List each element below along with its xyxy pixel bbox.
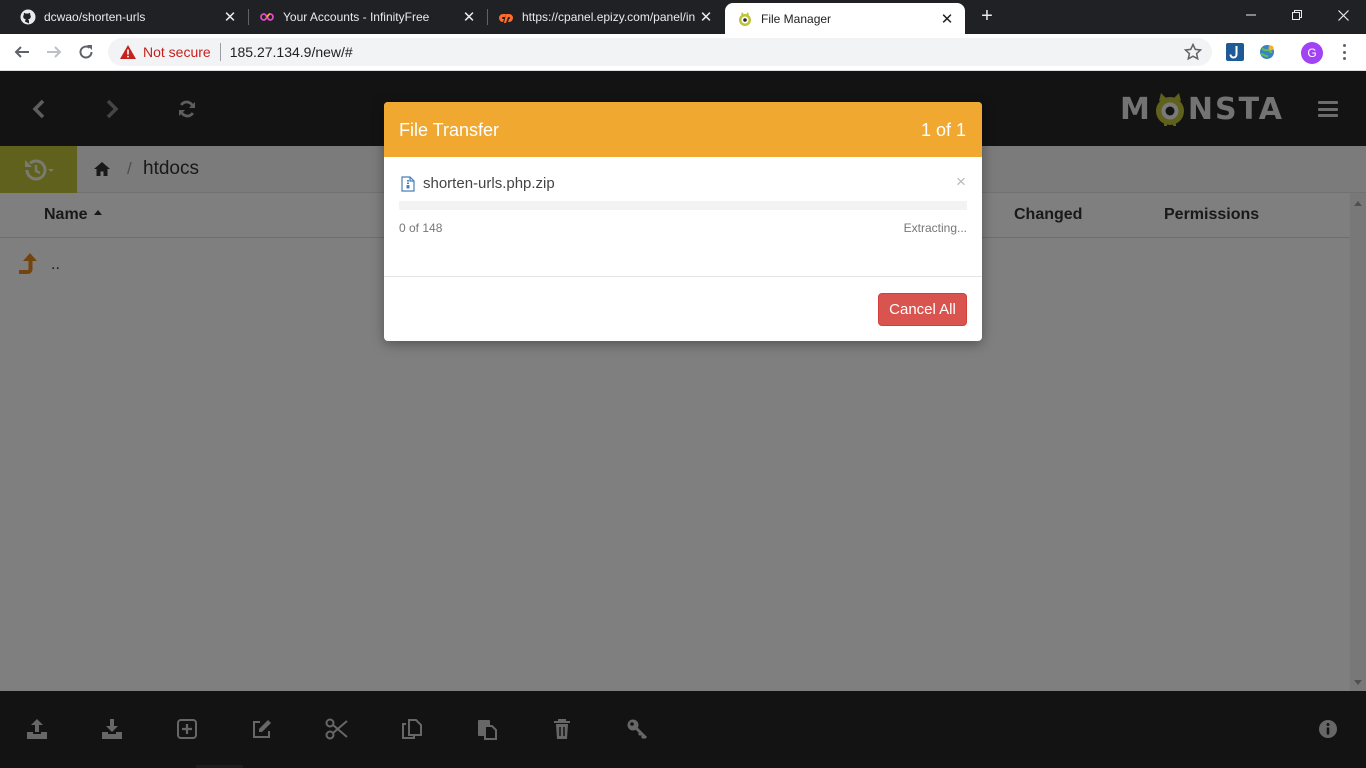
bookmark-star-icon[interactable] [1184,43,1202,61]
close-icon[interactable]: ✕ [698,9,714,26]
cpanel-icon [498,9,514,25]
tab-title: File Manager [761,11,832,26]
cancel-all-button[interactable]: Cancel All [878,293,967,326]
tab-title: https://cpanel.epizy.com/panel/in [522,10,696,24]
zip-file-icon [401,176,415,192]
close-icon[interactable]: ✕ [461,9,477,26]
browser-tab-infinityfree[interactable]: Your Accounts - InfinityFree ✕ [249,0,487,34]
monsta-icon [737,11,753,27]
omnibox-divider [219,43,221,61]
infinityfree-icon [259,9,275,25]
new-tab-icon[interactable]: + [976,5,998,27]
profile-avatar[interactable]: G [1301,42,1323,64]
forward-icon[interactable] [42,40,66,64]
browser-tab-cpanel[interactable]: https://cpanel.epizy.com/panel/in ✕ [488,0,724,34]
transfer-progress-bar [399,201,967,210]
browser-tab-file-manager[interactable]: File Manager ✕ [725,3,965,34]
browser-menu-icon[interactable] [1336,43,1352,61]
progress-status: Extracting... [903,221,967,235]
close-icon[interactable]: ✕ [939,11,955,28]
dialog-title: File Transfer [399,120,500,140]
github-icon [20,9,36,25]
dialog-header: File Transfer 1 of 1 [384,102,982,157]
window-close-icon[interactable] [1320,0,1366,30]
extension-globe-icon[interactable] [1258,43,1276,61]
address-bar[interactable]: Not secure 185.27.134.9/new/# [108,38,1212,66]
tab-title: dcwao/shorten-urls [44,10,146,24]
extension-j-icon[interactable] [1226,43,1244,61]
browser-tabstrip: dcwao/shorten-urls ✕ Your Accounts - Inf… [0,0,1366,34]
close-icon[interactable]: ✕ [222,9,238,26]
progress-count: 0 of 148 [399,221,443,235]
close-icon[interactable]: × [956,172,966,192]
tab-title: Your Accounts - InfinityFree [283,10,430,24]
minimize-icon[interactable] [1228,0,1274,30]
browser-toolbar: Not secure 185.27.134.9/new/# G [0,34,1366,71]
security-label: Not secure [143,44,211,60]
transfer-filename: shorten-urls.php.zip [423,175,555,192]
browser-tab-github[interactable]: dcwao/shorten-urls ✕ [0,0,248,34]
restore-icon[interactable] [1274,0,1320,30]
url-text[interactable]: 185.27.134.9/new/# [230,44,353,60]
dialog-footer: Cancel All [384,276,982,341]
security-warning[interactable]: Not secure [120,44,211,60]
transfer-counter: 1 of 1 [920,120,966,140]
warning-icon [120,45,136,59]
file-transfer-dialog: File Transfer 1 of 1 shorten-urls.php.zi… [384,102,982,341]
reload-icon[interactable] [74,40,98,64]
back-icon[interactable] [10,40,34,64]
